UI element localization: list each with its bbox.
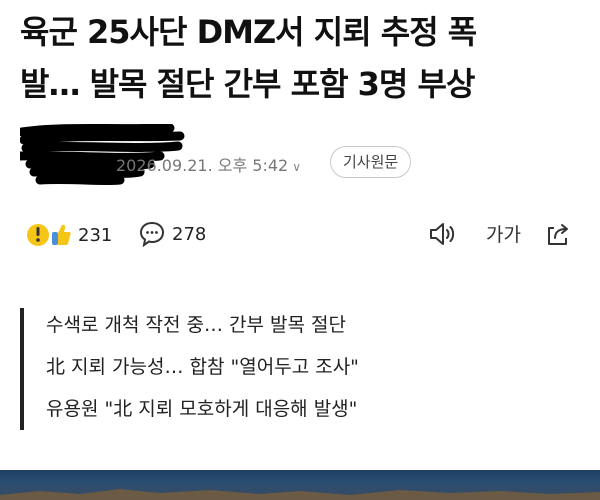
audio-button[interactable] <box>428 220 458 248</box>
summary-quote-bar <box>20 308 24 430</box>
headline-line-1: 육군 25사단 DMZ서 지뢰 추정 폭 <box>20 13 477 51</box>
summary-line-1: 수색로 개척 작전 중… 간부 발목 절단 <box>46 314 346 336</box>
reaction-button[interactable]: 231 <box>26 220 112 250</box>
article-headline: 육군 25사단 DMZ서 지뢰 추정 폭 발… 발목 절단 간부 포함 3명 부… <box>20 6 590 110</box>
comment-count: 278 <box>172 223 207 245</box>
font-size-button[interactable]: 가가 <box>486 220 521 247</box>
comment-bubble-icon <box>139 221 165 248</box>
article-byline: 2026.09.21. 오후 5:42 ∨ 기사원문 <box>20 124 590 188</box>
article-hero-image <box>0 470 600 500</box>
publish-date-text: 2026.09.21. 오후 5:42 <box>116 156 289 175</box>
article-summary: 수색로 개척 작전 중… 간부 발목 절단 北 지뢰 가능성… 합참 "열어두고… <box>20 308 580 430</box>
original-article-button[interactable]: 기사원문 <box>330 146 412 178</box>
font-size-label: 가가 <box>486 224 521 246</box>
reaction-emoji-icon <box>27 224 71 246</box>
share-button[interactable] <box>544 220 572 248</box>
mountain-ridge <box>0 489 600 500</box>
reaction-count: 231 <box>78 224 113 246</box>
summary-line-2: 北 지뢰 가능성… 합참 "열어두고 조사" <box>46 356 359 378</box>
share-icon <box>548 224 568 245</box>
headline-line-2: 발… 발목 절단 간부 포함 3명 부상 <box>20 65 475 103</box>
summary-line-3: 유용원 "北 지뢰 모호하게 대응해 발생" <box>46 398 358 420</box>
article-action-bar: 231 278 가가 <box>20 220 580 260</box>
speaker-icon <box>430 223 455 245</box>
chevron-down-icon: ∨ <box>292 160 302 174</box>
comment-button[interactable]: 278 <box>138 220 206 248</box>
publish-date[interactable]: 2026.09.21. 오후 5:42 ∨ <box>116 152 301 176</box>
